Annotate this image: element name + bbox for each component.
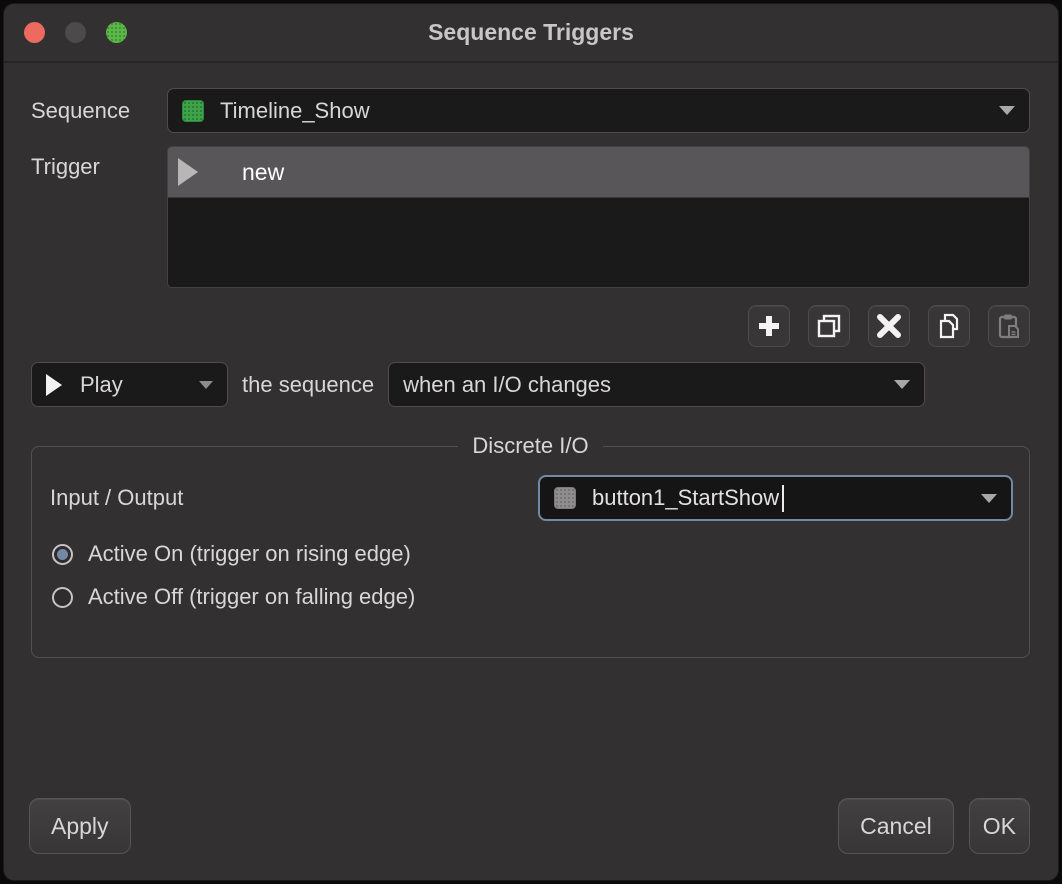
apply-button[interactable]: Apply [29, 798, 131, 854]
trigger-list-item[interactable]: new [168, 147, 1029, 198]
copy-icon [936, 313, 962, 339]
trigger-row: Trigger new [31, 146, 1030, 288]
radio-on-icon[interactable] [52, 544, 73, 565]
sequence-label: Sequence [31, 98, 167, 124]
trigger-label: Trigger [31, 146, 167, 180]
cancel-button[interactable]: Cancel [838, 798, 954, 854]
plus-icon [756, 313, 782, 339]
play-icon [46, 374, 62, 396]
delete-trigger-button[interactable] [868, 305, 910, 347]
chevron-down-icon [999, 106, 1015, 115]
chevron-down-icon [894, 380, 910, 389]
sequence-color-icon [182, 100, 204, 122]
action-row: Play the sequence when an I/O changes [31, 362, 1030, 407]
radio-off-icon[interactable] [52, 587, 73, 608]
radio-active-off[interactable]: Active Off (trigger on falling edge) [52, 584, 1013, 610]
radio-on-label: Active On (trigger on rising edge) [88, 541, 411, 567]
action-middle-text: the sequence [242, 372, 374, 398]
condition-value: when an I/O changes [403, 372, 611, 398]
action-dropdown[interactable]: Play [31, 362, 228, 407]
edge-radio-group: Active On (trigger on rising edge) Activ… [48, 541, 1013, 610]
io-combobox[interactable]: button1_StartShow [538, 475, 1013, 521]
sequence-dropdown[interactable]: Timeline_Show [167, 88, 1030, 133]
io-row: Input / Output button1_StartShow [48, 475, 1013, 521]
discrete-io-legend: Discrete I/O [458, 433, 602, 459]
io-color-icon [554, 487, 576, 509]
minimize-button[interactable] [65, 22, 86, 43]
duplicate-trigger-button[interactable] [808, 305, 850, 347]
window-title: Sequence Triggers [4, 19, 1058, 46]
paste-icon [996, 313, 1022, 339]
trigger-toolbar [31, 305, 1030, 347]
action-value: Play [80, 372, 123, 398]
titlebar: Sequence Triggers [4, 4, 1058, 63]
chevron-down-icon [199, 381, 213, 389]
radio-active-on[interactable]: Active On (trigger on rising edge) [52, 541, 1013, 567]
add-trigger-button[interactable] [748, 305, 790, 347]
io-label: Input / Output [50, 485, 183, 511]
trigger-item-name: new [242, 159, 284, 186]
play-icon [178, 158, 198, 186]
x-icon [876, 313, 902, 339]
dialog-footer: Apply Cancel OK [29, 798, 1030, 854]
discrete-io-group: Discrete I/O Input / Output button1_Star… [31, 433, 1030, 658]
dialog-window: Sequence Triggers Sequence Timeline_Show… [3, 3, 1059, 881]
ok-button[interactable]: OK [969, 798, 1030, 854]
duplicate-icon [816, 313, 842, 339]
sequence-row: Sequence Timeline_Show [31, 88, 1030, 133]
zoom-button[interactable] [106, 22, 127, 43]
paste-trigger-button[interactable] [988, 305, 1030, 347]
condition-dropdown[interactable]: when an I/O changes [388, 362, 925, 407]
copy-trigger-button[interactable] [928, 305, 970, 347]
chevron-down-icon [981, 494, 997, 503]
sequence-value: Timeline_Show [220, 98, 370, 124]
radio-off-label: Active Off (trigger on falling edge) [88, 584, 415, 610]
close-button[interactable] [24, 22, 45, 43]
text-caret [782, 485, 784, 512]
trigger-list[interactable]: new [167, 146, 1030, 288]
traffic-lights [24, 22, 127, 43]
io-value: button1_StartShow [592, 485, 779, 511]
